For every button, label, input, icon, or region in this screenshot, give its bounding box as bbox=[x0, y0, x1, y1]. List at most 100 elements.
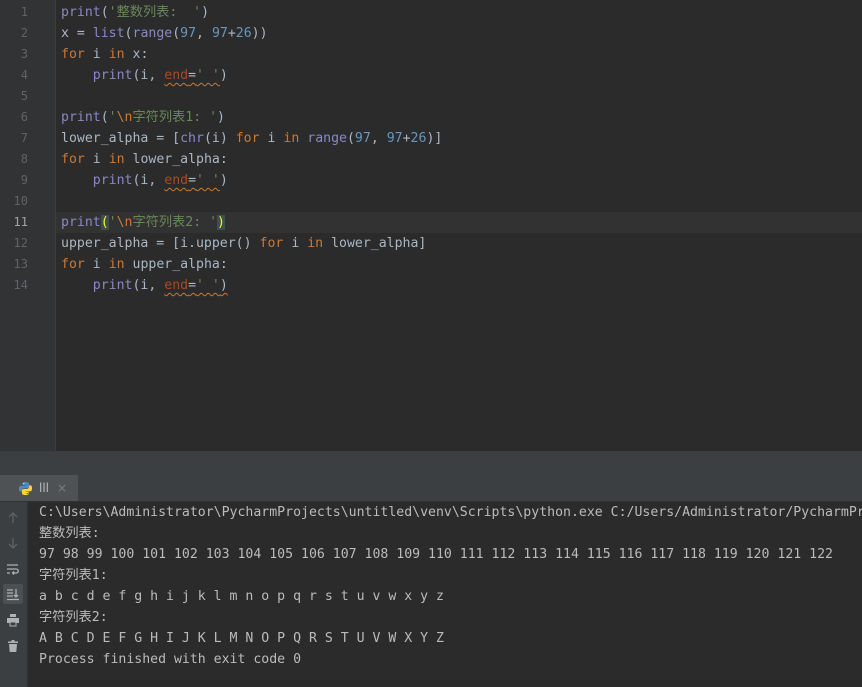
console-line: 97 98 99 100 101 102 103 104 105 106 107… bbox=[39, 547, 833, 562]
code-line-13[interactable]: for i in upper_alpha: bbox=[56, 254, 862, 275]
code-line-2[interactable]: x = list(range(97, 97+26)) bbox=[56, 23, 862, 44]
token: range bbox=[132, 26, 173, 41]
console-line: 字符列表2: bbox=[39, 610, 108, 625]
console-line: 整数列表: bbox=[39, 526, 100, 541]
code-line-9[interactable]: print(i, end=' ') bbox=[56, 170, 862, 191]
console-output[interactable]: C:\Users\Administrator\PycharmProjects\u… bbox=[39, 502, 862, 670]
token: 97 bbox=[211, 26, 228, 41]
token: ' ' bbox=[196, 173, 220, 188]
token: upper_alpha bbox=[132, 257, 220, 272]
code-line-14[interactable]: print(i, end=' ') bbox=[56, 275, 862, 296]
token: print bbox=[61, 5, 101, 20]
token: 97 bbox=[180, 26, 197, 41]
console-line: Process finished with exit code 0 bbox=[39, 652, 302, 667]
token: 字符列表1: ' bbox=[132, 110, 218, 125]
run-panel: C:\Users\Administrator\PycharmProjects\u… bbox=[0, 502, 862, 687]
line-number: 4 bbox=[20, 68, 28, 82]
soft-wrap-icon[interactable] bbox=[3, 559, 23, 579]
code-line-4[interactable]: print(i, end=' ') bbox=[56, 65, 862, 86]
trash-icon[interactable] bbox=[3, 636, 23, 656]
token: in bbox=[307, 236, 324, 251]
code-line-8[interactable]: for i in lower_alpha: bbox=[56, 149, 862, 170]
token: lower_alpha bbox=[331, 236, 419, 251]
token: i bbox=[211, 131, 220, 146]
line-number: 5 bbox=[20, 89, 28, 103]
run-toolbar bbox=[0, 502, 28, 687]
token: chr bbox=[180, 131, 204, 146]
token: \n bbox=[116, 215, 133, 230]
token: lower_alpha bbox=[132, 152, 220, 167]
token: 97 bbox=[354, 131, 371, 146]
token: for bbox=[259, 236, 284, 251]
token: for bbox=[61, 47, 85, 62]
token: in bbox=[283, 131, 300, 146]
token: range bbox=[307, 131, 347, 146]
console-line: A B C D E F G H I J K L M N O P Q R S T … bbox=[39, 631, 444, 646]
token: 字符列表2: ' bbox=[132, 215, 218, 230]
token: i bbox=[92, 257, 101, 272]
token: list bbox=[92, 26, 125, 41]
line-number: 12 bbox=[13, 236, 28, 250]
arrow-down-icon[interactable] bbox=[3, 533, 23, 553]
code-line-7[interactable]: lower_alpha = [chr(i) for i in range(97,… bbox=[56, 128, 862, 149]
run-tab-label: lll bbox=[39, 481, 50, 495]
arrow-up-icon[interactable] bbox=[3, 508, 23, 528]
token: end bbox=[164, 68, 189, 83]
token: print bbox=[61, 215, 101, 230]
line-number: 14 bbox=[13, 278, 28, 292]
token: upper_alpha bbox=[61, 236, 149, 251]
line-number: 2 bbox=[20, 26, 28, 40]
scroll-to-end-icon[interactable] bbox=[3, 584, 23, 604]
token: i bbox=[140, 173, 149, 188]
code-line-11-current[interactable]: print('\n字符列表2: ') bbox=[56, 212, 862, 233]
token: in bbox=[108, 152, 125, 167]
token: for bbox=[61, 152, 85, 167]
line-number: 7 bbox=[20, 131, 28, 145]
code-line-12[interactable]: upper_alpha = [i.upper() for i in lower_… bbox=[56, 233, 862, 254]
line-number: 10 bbox=[13, 194, 28, 208]
token: i bbox=[92, 152, 101, 167]
token: print bbox=[92, 278, 133, 293]
code-editor[interactable]: 1 2 3 4 5 6 7 8 9 10 11 12 13 14 print('… bbox=[0, 0, 862, 451]
token: in bbox=[108, 257, 125, 272]
token: end bbox=[164, 278, 189, 293]
token: 26 bbox=[235, 26, 252, 41]
token: \n bbox=[116, 110, 133, 125]
line-number: 1 bbox=[20, 5, 28, 19]
token: ' bbox=[108, 215, 117, 230]
token: 26 bbox=[410, 131, 427, 146]
run-tab[interactable]: lll × bbox=[0, 475, 78, 501]
line-number-gutter: 1 2 3 4 5 6 7 8 9 10 11 12 13 14 bbox=[0, 0, 56, 451]
console-line: C:\Users\Administrator\PycharmProjects\u… bbox=[39, 505, 862, 520]
token: i bbox=[140, 68, 149, 83]
token: ' bbox=[108, 110, 117, 125]
token: ' ' bbox=[196, 68, 220, 83]
line-number: 6 bbox=[20, 110, 28, 124]
line-number: 9 bbox=[20, 173, 28, 187]
python-icon bbox=[18, 481, 33, 495]
token: i bbox=[140, 278, 149, 293]
close-icon[interactable]: × bbox=[57, 481, 67, 495]
token: print bbox=[61, 110, 101, 125]
code-line-6[interactable]: print('\n字符列表1: ') bbox=[56, 107, 862, 128]
code-line-1[interactable]: print('整数列表: ') bbox=[56, 2, 862, 23]
token: lower_alpha bbox=[61, 131, 149, 146]
token: 97 bbox=[386, 131, 403, 146]
token: '整数列表: ' bbox=[108, 5, 202, 20]
token: in bbox=[108, 47, 125, 62]
line-number: 8 bbox=[20, 152, 28, 166]
token: print bbox=[92, 68, 133, 83]
token: x bbox=[132, 47, 141, 62]
token: i.upper() bbox=[180, 236, 252, 251]
run-panel-header: lll × bbox=[0, 475, 862, 502]
token: i bbox=[291, 236, 300, 251]
token: end bbox=[164, 173, 189, 188]
token: for bbox=[235, 131, 260, 146]
console-line: a b c d e f g h i j k l m n o p q r s t … bbox=[39, 589, 444, 604]
print-icon[interactable] bbox=[3, 610, 23, 630]
token: i bbox=[267, 131, 276, 146]
line-number-current: 11 bbox=[13, 215, 28, 229]
code-line-3[interactable]: for i in x: bbox=[56, 44, 862, 65]
panel-divider[interactable] bbox=[0, 451, 862, 475]
line-number: 13 bbox=[13, 257, 28, 271]
